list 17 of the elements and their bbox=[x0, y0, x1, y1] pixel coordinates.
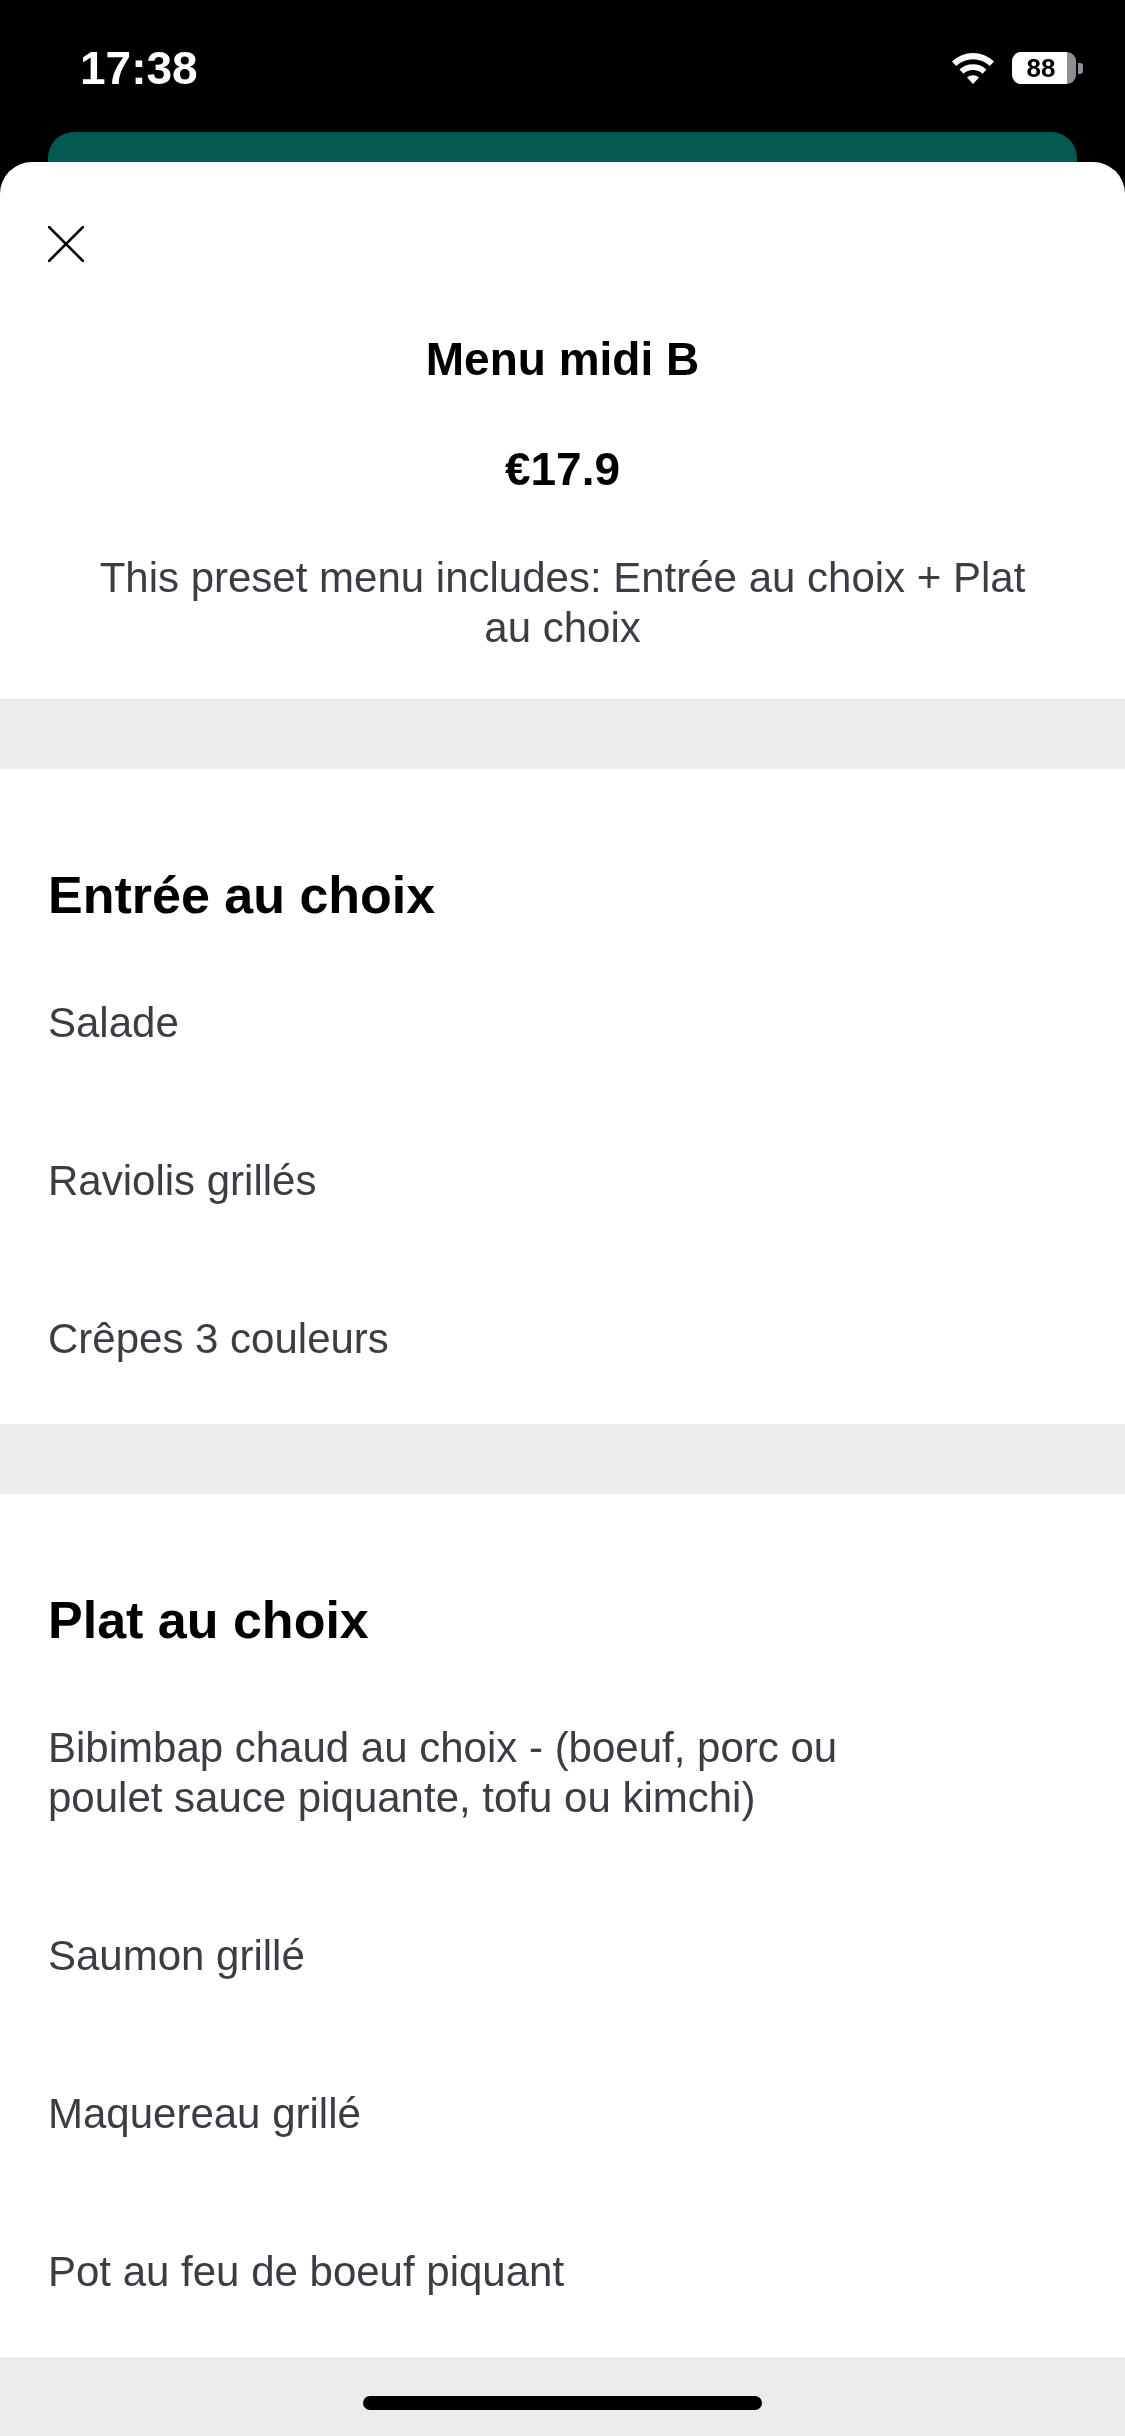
menu-item: Saumon grillé bbox=[48, 1931, 305, 1981]
sheet-title: Menu midi B bbox=[425, 332, 700, 387]
wifi-icon bbox=[952, 52, 994, 84]
menu-item: Maquereau grillé bbox=[48, 2089, 361, 2139]
close-button[interactable] bbox=[48, 226, 84, 262]
battery-terminal-icon bbox=[1078, 62, 1083, 74]
description-text: This preset menu includes: Entrée au choix + Plat au choix bbox=[98, 553, 1027, 653]
section-title: Plat au choix bbox=[48, 1590, 369, 1650]
menu-item: Salade bbox=[48, 998, 179, 1048]
status-time: 17:38 bbox=[80, 41, 198, 96]
price-text: €17.9 bbox=[504, 442, 621, 497]
menu-item: Raviolis grillés bbox=[48, 1156, 317, 1206]
menu-item: Crêpes 3 couleurs bbox=[48, 1314, 389, 1364]
section-title: Entrée au choix bbox=[48, 865, 436, 925]
menu-item: Pot au feu de boeuf piquant bbox=[48, 2247, 565, 2297]
menu-item: Bibimbap chaud au choix - (boeuf, porc ou poulet sauce piquante, tofu ou kimchi) bbox=[48, 1723, 839, 1823]
battery-indicator: 88 bbox=[1012, 52, 1076, 84]
